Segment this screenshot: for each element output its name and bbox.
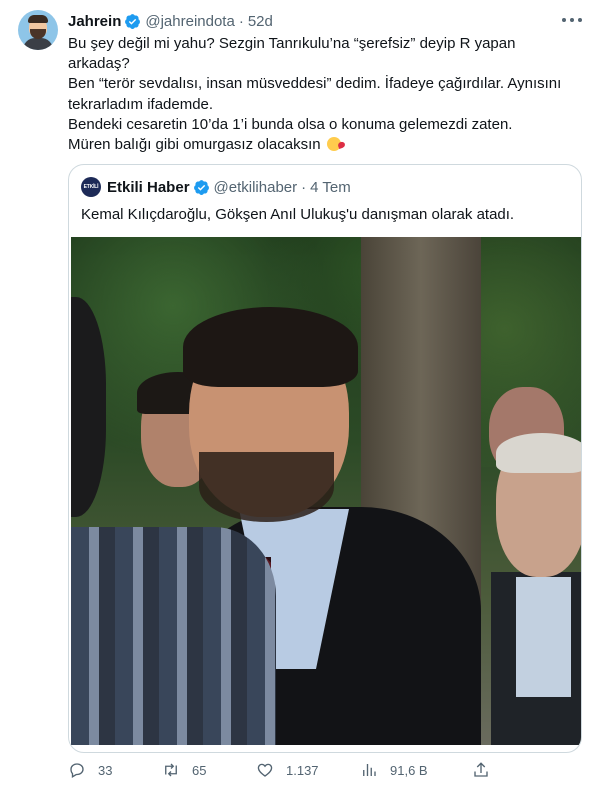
views-button[interactable]: 91,6 B	[360, 760, 428, 780]
author-avatar[interactable]	[18, 10, 58, 50]
quote-author-handle[interactable]: @etkilihaber	[214, 179, 298, 196]
author-handle[interactable]: @jahreindota	[145, 13, 234, 30]
tweet-line: arkadaş?	[68, 55, 130, 73]
quote-text: Kemal Kılıçdaroğlu, Gökşen Anıl Ulukuş'u…	[81, 206, 515, 223]
quote-time[interactable]: 4 Tem	[310, 179, 351, 196]
tweet[interactable]: Jahrein @jahreindota · 52d Bu şey değil …	[0, 0, 600, 793]
reply-count: 33	[98, 762, 113, 778]
retweet-count: 65	[192, 762, 207, 778]
verified-badge-icon	[125, 13, 141, 29]
tweet-line: Bu şey değil mi yahu? Sezgin Tanrıkulu’n…	[68, 35, 516, 52]
tweet-header: Jahrein @jahreindota · 52d	[68, 11, 273, 31]
separator-dot: ·	[238, 12, 244, 30]
tweet-line: Ben “terör sevdalısı, insan müsveddesi” …	[68, 75, 562, 93]
like-count: 1.137	[286, 762, 319, 778]
author-name[interactable]: Jahrein	[68, 13, 121, 30]
analytics-icon	[363, 764, 376, 776]
tweet-actions: 33 65 1.137 91,6 B	[68, 760, 548, 780]
tweet-text: Bu şey değil mi yahu? Sezgin Tanrıkulu’n…	[68, 34, 568, 155]
tweet-line: Müren balığı gibi omurgasız olacaksın	[68, 136, 321, 154]
quote-author-name[interactable]: Etkili Haber	[107, 179, 190, 196]
heart-icon	[257, 763, 273, 777]
quoted-tweet[interactable]: ETKİLİ HABER Etkili Haber @etkilihaber ·…	[68, 164, 582, 753]
retweet-button[interactable]: 65	[162, 760, 206, 780]
separator-dot: ·	[301, 178, 307, 196]
more-options-icon[interactable]	[562, 12, 582, 28]
reply-button[interactable]: 33	[68, 760, 112, 780]
kiss-emoji-icon	[326, 137, 341, 152]
quote-avatar[interactable]: ETKİLİ HABER	[81, 177, 101, 210]
like-button[interactable]: 1.137	[256, 760, 319, 780]
reply-icon	[70, 763, 84, 778]
share-icon	[474, 762, 488, 777]
tweet-line: Bendeki cesaretin 10’da 1’i bunda olsa o…	[68, 115, 513, 133]
tweet-line: tekrarladım ifademde.	[68, 95, 214, 113]
quote-header: Etkili Haber @etkilihaber · 4 Tem	[107, 177, 351, 197]
quote-photo[interactable]	[71, 237, 581, 745]
retweet-icon	[165, 763, 177, 777]
tweet-line-last: Müren balığı gibi omurgasız olacaksın	[68, 135, 568, 155]
tweet-time[interactable]: 52d	[248, 13, 273, 30]
verified-badge-icon	[193, 179, 209, 195]
share-button[interactable]	[472, 760, 502, 780]
views-count: 91,6 B	[390, 762, 428, 778]
